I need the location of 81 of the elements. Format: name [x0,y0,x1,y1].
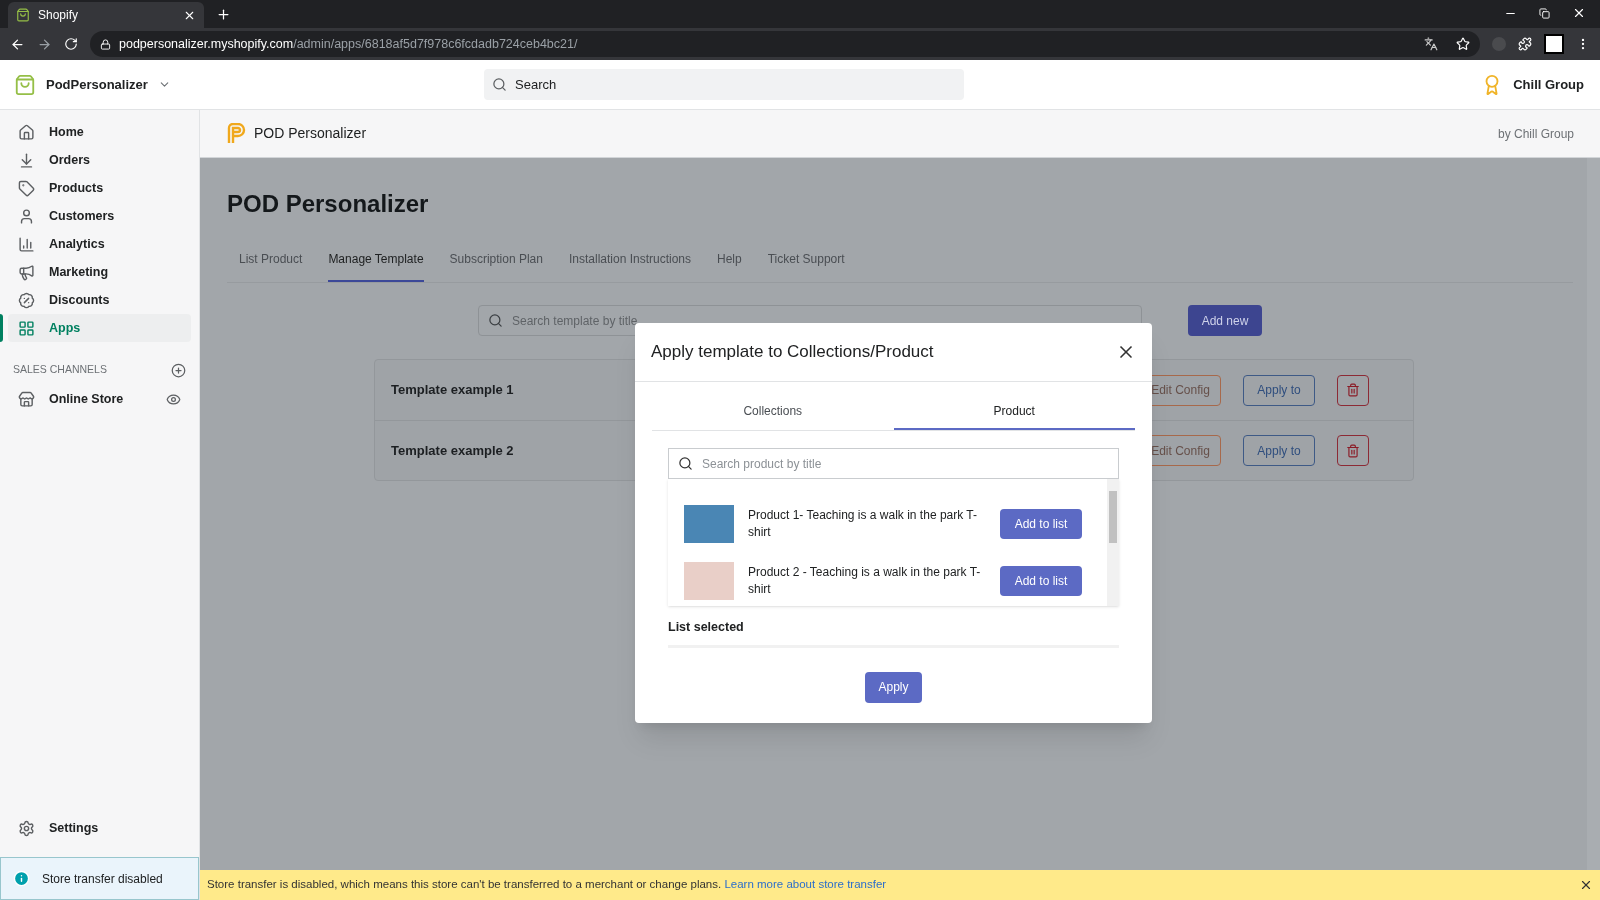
banner-text: Store transfer is disabled, which means this store can't be transferred to a merchant or change plans. Learn more about store transfer [207,877,887,893]
trash-icon [1346,443,1360,458]
settings-item[interactable]: Settings [8,814,191,842]
sidebar-item[interactable]: Marketing [8,258,191,286]
bar-chart-icon [18,235,35,253]
grid-icon [18,319,35,337]
sidebar-item[interactable]: Customers [8,202,191,230]
sidebar-item[interactable]: Apps [8,314,191,342]
search-icon [488,313,503,328]
modal-title: Apply template to Collections/Product [651,341,935,364]
apply-button[interactable]: Apply [865,671,922,703]
star-icon[interactable] [1456,37,1470,51]
inbox-icon [18,151,35,169]
tab[interactable]: Product [893,394,1135,430]
scrollbar[interactable] [1107,479,1119,606]
sidebar-item[interactable]: Products [8,174,191,202]
template-name: Template example 1 [391,381,515,400]
tab[interactable]: Collections [652,394,894,430]
forward-icon[interactable] [37,36,52,52]
close-icon[interactable] [1572,6,1586,20]
tag-icon [18,179,35,197]
restore-icon[interactable] [1539,7,1550,19]
store-icon [18,390,35,408]
sidebar-item[interactable]: Online Store [8,385,191,413]
account-name[interactable]: Chill Group [1513,74,1584,95]
page-title: POD Personalizer [227,189,430,219]
eye-icon[interactable] [166,391,181,407]
store-name[interactable]: PodPersonalizer [46,74,148,95]
sidebar-item[interactable]: Discounts [8,286,191,314]
search-field[interactable]: Search [484,69,964,100]
logo-icon [226,122,246,145]
photo-placeholder [684,561,734,600]
info-icon [13,870,30,887]
photo-placeholder [684,504,734,543]
scrollbar[interactable] [1587,158,1600,870]
new-tab-icon[interactable] [216,7,231,22]
browser-tab[interactable]: Shopify [8,2,204,28]
search-icon [492,77,507,92]
learn-more-link[interactable]: Learn more about store transfer [724,878,887,891]
lock-icon [100,38,111,50]
section-heading: SALES CHANNELS [13,362,107,378]
home-icon [18,123,35,141]
puzzle-icon[interactable] [1518,37,1532,51]
trash-icon [1346,383,1360,397]
product-name: Product 2 - Teaching is a walk in the park T-shirt [748,563,982,598]
address-field[interactable]: podpersonalizer.myshopify.com/admin/apps/6818af5d7f978c6fcdadb724ceb4bc21/ [90,31,1480,57]
tab[interactable]: Installation Instructions [568,250,691,282]
back-icon[interactable] [10,36,25,52]
megaphone-icon [18,263,35,281]
delete-button[interactable] [1337,374,1369,406]
url-text: podpersonalizer.myshopify.com/admin/apps/6818af5d7f978c6fcdadb724ceb4bc21/ [119,35,578,53]
search-icon [678,456,693,471]
tab[interactable]: Subscription Plan [449,250,543,282]
sidebar-item[interactable]: Analytics [8,230,191,258]
person-icon [18,207,35,225]
percent-badge-icon [18,291,35,309]
add-icon[interactable] [171,362,186,378]
tab[interactable]: Help [717,250,742,282]
bag-icon [14,73,36,96]
tab[interactable]: List Product [239,250,303,282]
add-to-list-button[interactable]: Add to list [1000,508,1082,539]
notice-panel[interactable]: Store transfer disabled [0,857,199,900]
tab[interactable]: Ticket Support [767,250,845,282]
add-new-button[interactable]: Add new [1188,305,1262,336]
profile-square[interactable] [1544,34,1564,54]
sidebar-item[interactable]: Home [8,118,191,146]
bag-icon [16,8,30,22]
close-icon[interactable] [1579,878,1593,892]
search-field[interactable]: Search product by title [668,448,1119,479]
reload-icon[interactable] [64,37,78,51]
settings-icon [18,819,35,837]
template-name: Template example 2 [391,441,515,460]
section-label: List selected [668,619,745,636]
add-to-list-button[interactable]: Add to list [1000,565,1082,596]
product-name: Product 1- Teaching is a walk in the park T-shirt [748,506,978,541]
publisher-text: by Chill Group [1497,125,1574,143]
delete-button[interactable] [1337,435,1369,466]
sidebar-item[interactable]: Orders [8,146,191,174]
app-title: POD Personalizer [254,124,368,143]
tab[interactable]: Manage Template [328,250,424,282]
translate-icon[interactable] [1424,37,1438,51]
